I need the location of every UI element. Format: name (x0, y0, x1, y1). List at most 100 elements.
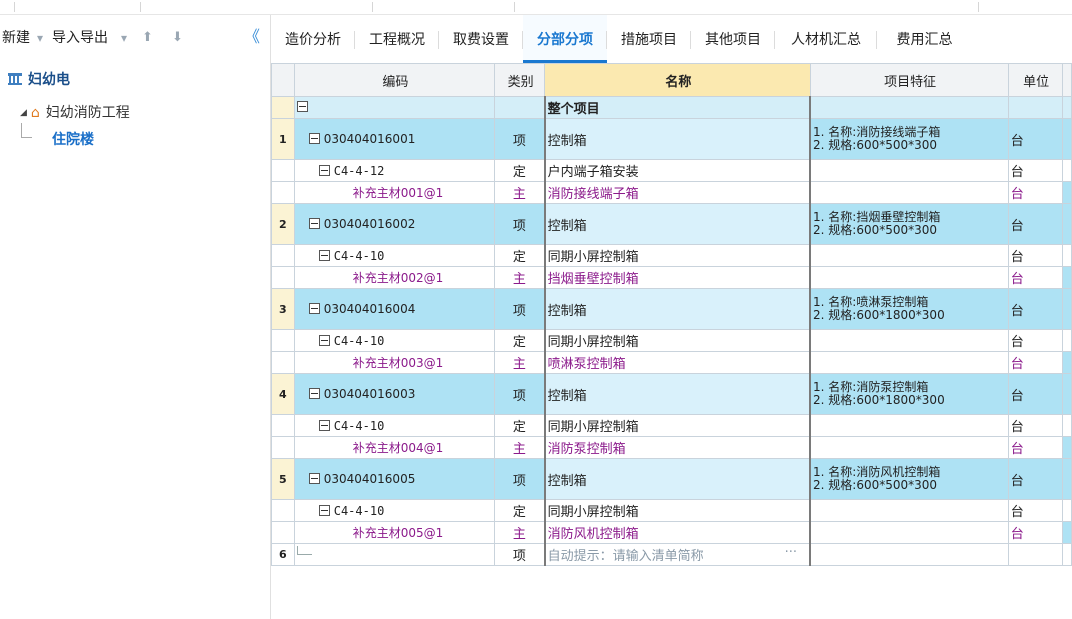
cell-feature[interactable] (809, 159, 1009, 182)
collapse-box-icon[interactable] (308, 303, 320, 314)
cell-code[interactable]: C4-4-10 (293, 499, 496, 522)
cell-unit[interactable]: 台 (1007, 118, 1063, 160)
cell-type[interactable]: 项 (494, 288, 546, 330)
collapse-box-icon[interactable] (308, 218, 320, 229)
cell-code[interactable]: 030404016005 (293, 458, 496, 500)
cell-code[interactable]: 补充主材003@1 (293, 351, 496, 374)
cell-type[interactable]: 主 (494, 351, 546, 374)
cell-feature[interactable] (809, 266, 1009, 289)
cell-unit[interactable]: 台 (1007, 181, 1063, 204)
cell-type[interactable]: 定 (494, 159, 546, 182)
cell-unit[interactable]: 台 (1007, 521, 1063, 544)
cell-code[interactable]: C4-4-10 (293, 329, 496, 352)
table-row[interactable]: 4 030404016003 项控制箱 1. 名称:消防泵控制箱 2. 规格:600*… (271, 373, 1072, 415)
cell-type[interactable]: 主 (494, 436, 546, 459)
cell-name[interactable]: 控制箱 (543, 203, 812, 245)
cell-unit[interactable] (1007, 96, 1063, 119)
cell-type[interactable]: 项 (494, 118, 546, 160)
cell-code[interactable]: 030404016003 (293, 373, 496, 415)
tree-root-item[interactable]: 妇幼电 (8, 69, 70, 89)
cell-unit[interactable]: 台 (1007, 373, 1063, 415)
cell-name[interactable]: 消防风机控制箱 (543, 521, 812, 544)
more-icon[interactable]: ··· (785, 545, 797, 560)
cell-name[interactable]: 挡烟垂壁控制箱 (543, 266, 812, 289)
cell-name[interactable]: 同期小屏控制箱 (543, 414, 812, 437)
cell-unit[interactable]: 台 (1007, 244, 1063, 267)
import-export-button[interactable]: 导入导出 (52, 27, 108, 49)
cell-feature[interactable] (809, 543, 1009, 566)
cell-feature[interactable] (809, 96, 1009, 119)
cell-type[interactable]: 项 (494, 373, 546, 415)
import-export-dropdown-icon[interactable]: ▾ (121, 31, 127, 45)
table-row[interactable]: 1 030404016001 项控制箱 1. 名称:消防接线端子箱 2. 规格:600… (271, 118, 1072, 160)
collapse-box-icon[interactable] (318, 504, 330, 516)
cell-code[interactable] (293, 96, 496, 119)
table-row[interactable]: 补充主材004@1 主消防泵控制箱 台 (271, 436, 1072, 459)
cell-code[interactable]: C4-4-12 (293, 159, 496, 182)
cell-type[interactable]: 主 (494, 521, 546, 544)
cell-code[interactable]: 补充主材005@1 (293, 521, 496, 544)
table-row[interactable]: 补充主材003@1 主喷淋泵控制箱 台 (271, 351, 1072, 374)
cell-feature[interactable] (809, 351, 1009, 374)
cell-code[interactable]: 补充主材004@1 (293, 436, 496, 459)
cell-unit[interactable]: 台 (1007, 288, 1063, 330)
cell-unit[interactable]: 台 (1007, 414, 1063, 437)
table-row[interactable]: 整个项目 (271, 96, 1072, 119)
cell-name[interactable]: 消防接线端子箱 (543, 181, 812, 204)
column-header-type[interactable]: 类别 (494, 63, 546, 97)
tab-7[interactable]: 费用汇总 (877, 15, 972, 63)
cell-type[interactable]: 项 (494, 543, 546, 566)
move-down-icon[interactable]: ⬇ (172, 30, 183, 45)
tab-0[interactable]: 造价分析 (271, 15, 355, 63)
cell-unit[interactable] (1007, 543, 1063, 566)
tree-project-item[interactable]: ◢ ⌂ 妇幼消防工程 (20, 102, 130, 122)
column-header-code[interactable]: 编码 (293, 63, 496, 97)
cell-name[interactable]: 户内端子箱安装 (543, 159, 812, 182)
cell-unit[interactable]: 台 (1007, 499, 1063, 522)
table-row[interactable]: 3 030404016004 项控制箱 1. 名称:喷淋泵控制箱 2. 规格:600*… (271, 288, 1072, 330)
cell-code[interactable]: C4-4-10 (293, 414, 496, 437)
cell-unit[interactable]: 台 (1007, 458, 1063, 500)
cell-unit[interactable]: 台 (1007, 436, 1063, 459)
tree-building-item[interactable]: 住院楼 (52, 129, 94, 149)
cell-code[interactable]: C4-4-10 (293, 244, 496, 267)
move-up-icon[interactable]: ⬆ (142, 30, 153, 45)
cell-name[interactable]: 消防泵控制箱 (543, 436, 812, 459)
cell-unit[interactable]: 台 (1007, 351, 1063, 374)
cell-feature[interactable]: 1. 名称:消防接线端子箱 2. 规格:600*500*300 (809, 118, 1009, 160)
new-dropdown-icon[interactable]: ▾ (37, 31, 43, 45)
cell-code[interactable] (293, 543, 496, 566)
cell-name[interactable]: 同期小屏控制箱 (543, 499, 812, 522)
table-row[interactable]: 补充主材005@1 主消防风机控制箱 台 (271, 521, 1072, 544)
table-row[interactable]: C4-4-10 定同期小屏控制箱 台 (271, 414, 1072, 437)
cell-feature[interactable] (809, 181, 1009, 204)
table-row[interactable]: 2 030404016002 项控制箱 1. 名称:挡烟垂壁控制箱 2. 规格:600… (271, 203, 1072, 245)
collapse-box-icon[interactable] (296, 101, 308, 112)
table-row[interactable]: 补充主材002@1 主挡烟垂壁控制箱 台 (271, 266, 1072, 289)
tab-4[interactable]: 措施项目 (607, 15, 691, 63)
cell-code[interactable]: 补充主材001@1 (293, 181, 496, 204)
tab-1[interactable]: 工程概况 (355, 15, 439, 63)
cell-type[interactable]: 主 (494, 181, 546, 204)
cell-unit[interactable]: 台 (1007, 266, 1063, 289)
table-row[interactable]: 6 项 ··· 自动提示：请输入清单简称 (271, 543, 1072, 566)
cell-type[interactable]: 项 (494, 458, 546, 500)
table-row[interactable]: 补充主材001@1 主消防接线端子箱 台 (271, 181, 1072, 204)
cell-type[interactable] (494, 96, 546, 119)
cell-feature[interactable]: 1. 名称:消防泵控制箱 2. 规格:600*1800*300 (809, 373, 1009, 415)
cell-type[interactable]: 主 (494, 266, 546, 289)
collapse-panel-icon[interactable]: 《 (244, 23, 260, 47)
cell-feature[interactable] (809, 414, 1009, 437)
cell-feature[interactable]: 1. 名称:喷淋泵控制箱 2. 规格:600*1800*300 (809, 288, 1009, 330)
tab-5[interactable]: 其他项目 (691, 15, 775, 63)
collapse-box-icon[interactable] (318, 419, 330, 431)
cell-feature[interactable] (809, 521, 1009, 544)
table-row[interactable]: C4-4-12 定户内端子箱安装 台 (271, 159, 1072, 182)
cell-code[interactable]: 030404016002 (293, 203, 496, 245)
collapse-box-icon[interactable] (318, 249, 330, 261)
cell-name[interactable]: 整个项目 (543, 96, 812, 119)
column-header-name[interactable]: 名称 (544, 63, 811, 97)
cell-feature[interactable]: 1. 名称:消防风机控制箱 2. 规格:600*500*300 (809, 458, 1009, 500)
collapse-box-icon[interactable] (318, 334, 330, 346)
cell-name[interactable]: 同期小屏控制箱 (543, 244, 812, 267)
